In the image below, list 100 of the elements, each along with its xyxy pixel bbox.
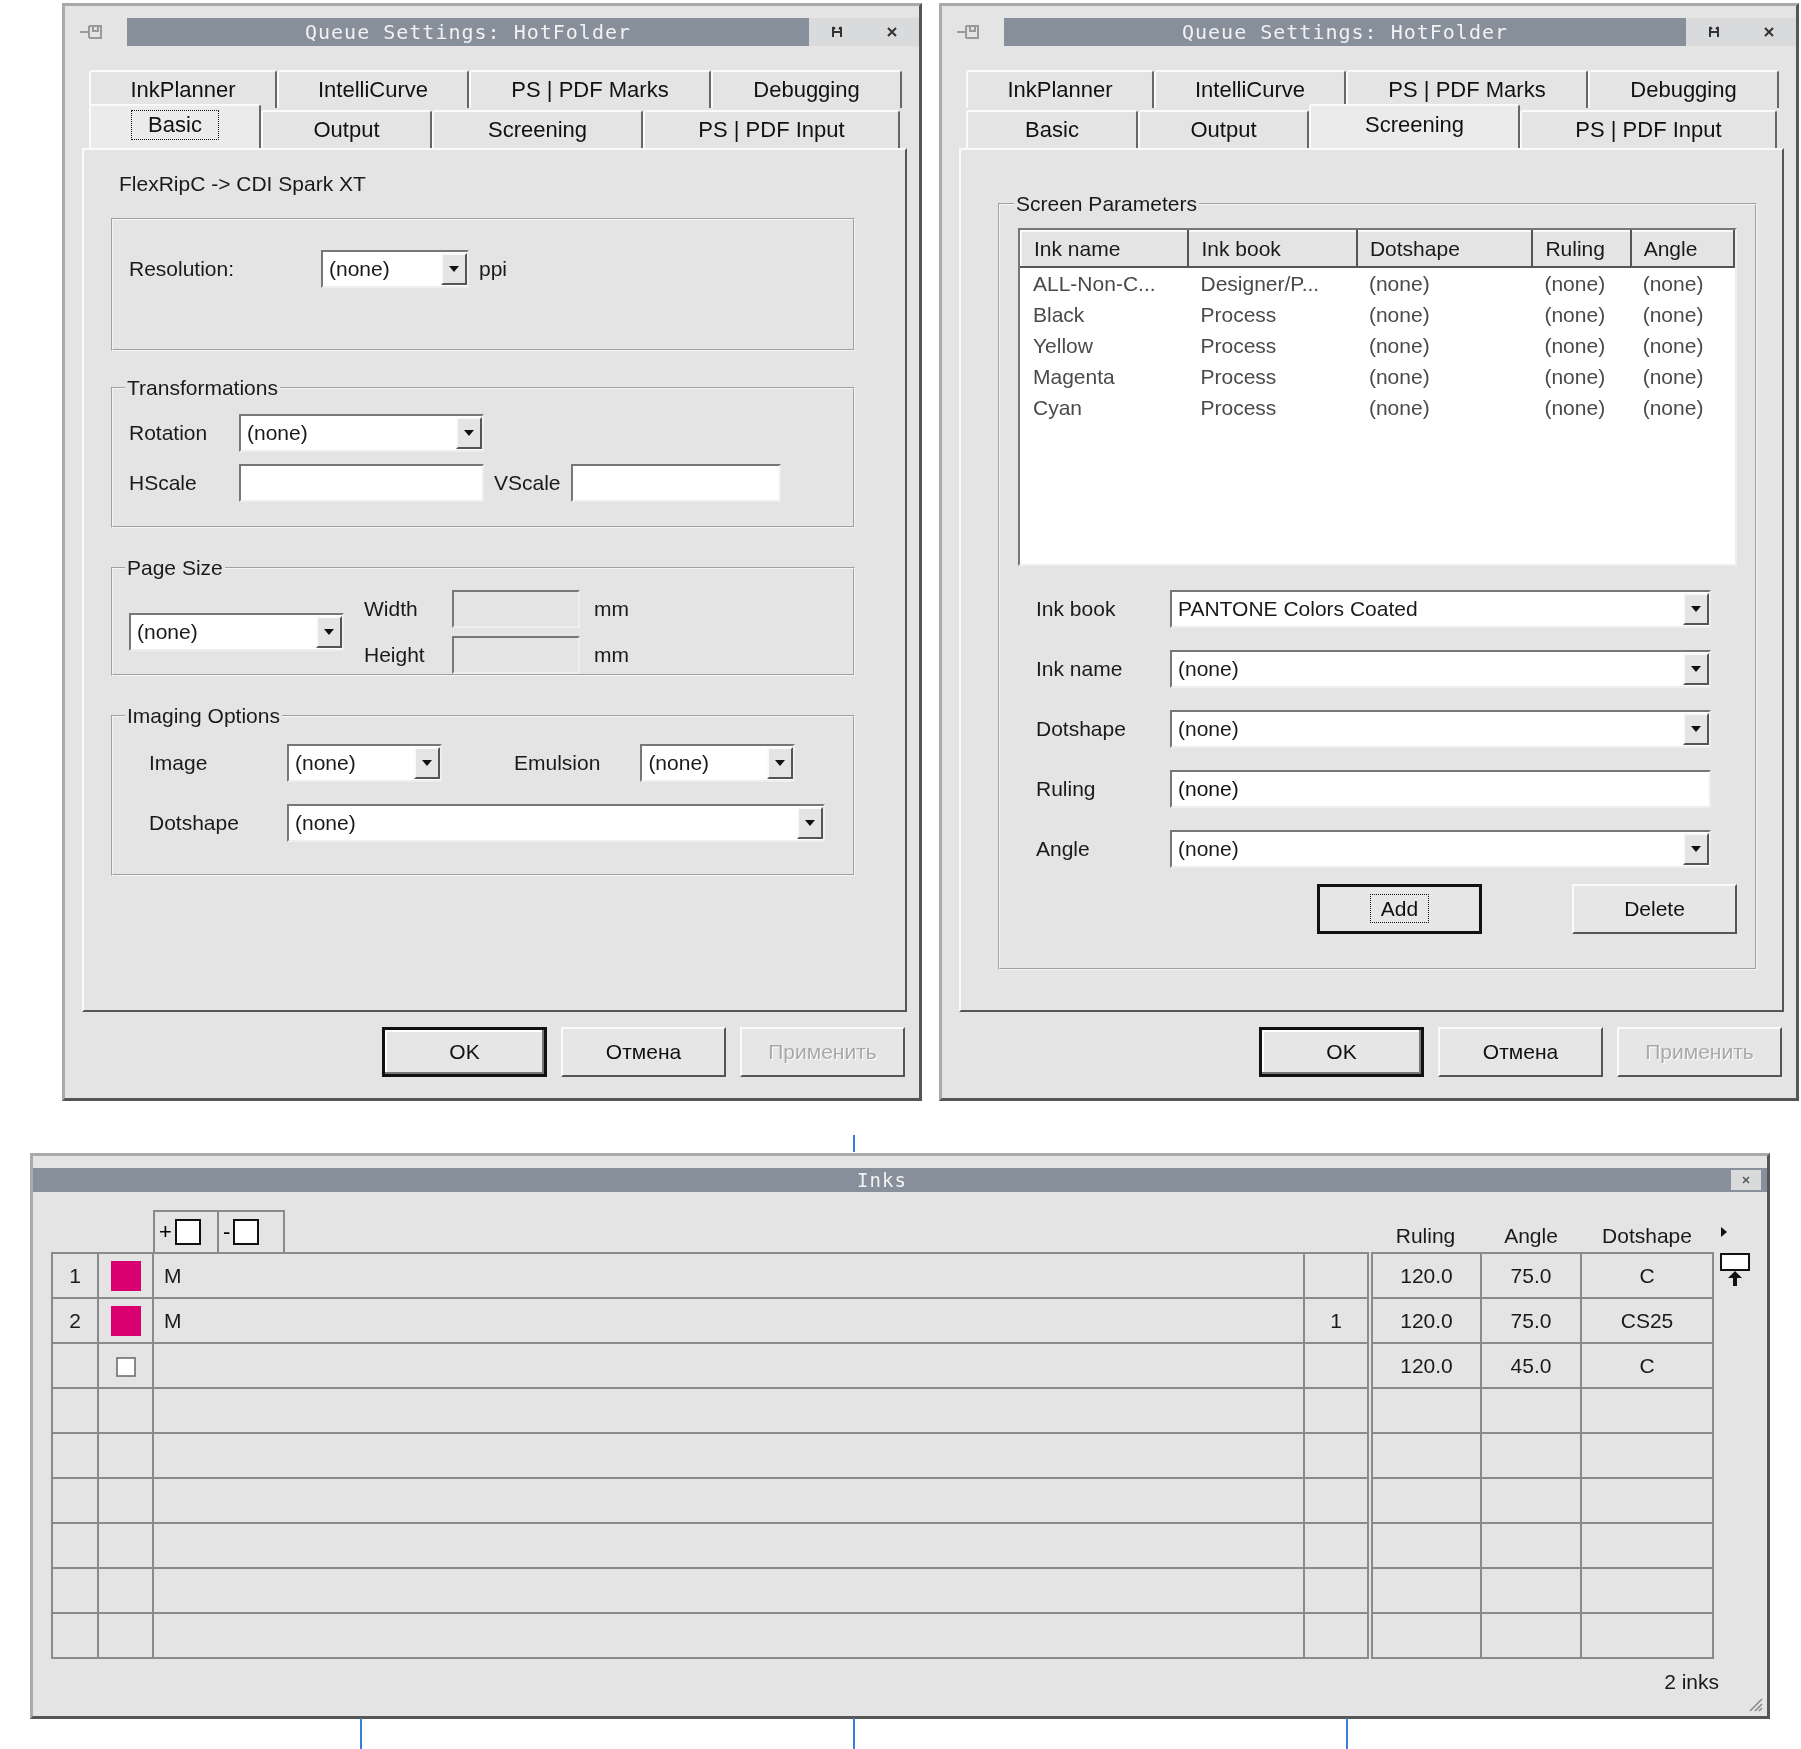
close-icon[interactable] <box>1762 26 1775 38</box>
list-cell-text: Magenta <box>1032 363 1116 390</box>
table-cell: M <box>164 1263 182 1287</box>
route-label: FlexRipC -> CDI Spark XT <box>119 172 367 196</box>
table-cell: 45.0 <box>1510 1353 1552 1377</box>
list-cell-text: (none) <box>1543 363 1607 390</box>
tab[interactable]: Output <box>1138 110 1309 148</box>
tab[interactable]: PS | PDF Marks <box>469 70 711 108</box>
group-title: Page Size <box>126 556 224 580</box>
list-cell-text: (none) <box>1641 363 1705 390</box>
list-cell-text: (none) <box>1367 301 1431 328</box>
list-cell-text: (none) <box>1543 301 1607 328</box>
column-header: Ruling <box>1370 1210 1481 1253</box>
row-number: 1 <box>69 1263 81 1287</box>
dialog-button[interactable]: Отмена <box>1438 1027 1603 1077</box>
list-cell-text: (none) <box>1641 332 1705 359</box>
ink-count: 2 inks <box>1664 1670 1719 1694</box>
row-number: 2 <box>69 1308 81 1332</box>
dropdown[interactable]: (none) <box>1170 830 1711 868</box>
dropdown[interactable]: PANTONE Colors Coated <box>1170 590 1711 628</box>
list-cell: ALL-Non-C... <box>1021 267 1189 299</box>
table-cell: 75.0 <box>1510 1263 1552 1287</box>
field-label: Angle <box>1035 837 1091 861</box>
list-cell-text: (none) <box>1641 301 1705 328</box>
tab[interactable]: PS | PDF Input <box>643 110 900 148</box>
table-cell: M <box>164 1308 182 1332</box>
unit-label: mm <box>594 643 629 667</box>
maximize-icon[interactable] <box>830 26 843 38</box>
field-label: Emulsion <box>514 751 601 775</box>
hscale-field[interactable] <box>239 464 484 502</box>
list-cell: (none) <box>1532 267 1631 299</box>
dotshape-dropdown[interactable]: (none) <box>287 804 825 842</box>
scroll-top-icon[interactable] <box>1720 1253 1750 1287</box>
tab[interactable]: IntelliCurve <box>277 70 469 108</box>
close-icon[interactable] <box>1741 1175 1751 1185</box>
action-button[interactable]: Delete <box>1572 884 1737 934</box>
rotation-dropdown[interactable]: (none) <box>239 414 484 452</box>
list-cell-text: (none) <box>1543 394 1607 421</box>
unit-label: ppi <box>479 257 508 281</box>
emulsion-dropdown[interactable]: (none) <box>640 744 796 782</box>
dialog-button[interactable]: OK <box>1259 1027 1424 1077</box>
column-header[interactable]: Dotshape <box>1356 231 1533 267</box>
text-field[interactable]: (none) <box>1170 770 1711 808</box>
tab[interactable]: Debugging <box>1588 70 1779 108</box>
arrow-right-icon[interactable] <box>1719 1224 1729 1239</box>
list-cell-text: (none) <box>1367 394 1431 421</box>
table-cell: 120.0 <box>1400 1353 1453 1377</box>
group-title: Transformations <box>126 376 279 400</box>
field-label: Dotshape <box>1035 717 1127 741</box>
field-label: Height <box>364 643 426 667</box>
resolution-dropdown[interactable]: (none) <box>321 250 469 288</box>
group-title: Screen Parameters <box>1015 192 1198 216</box>
list-cell-text: Process <box>1199 394 1278 421</box>
field-label: Rotation <box>129 421 209 445</box>
close-icon[interactable] <box>885 26 898 38</box>
dialog-button[interactable]: OK <box>382 1027 547 1077</box>
column-header[interactable]: Ink book <box>1188 231 1357 267</box>
list-cell-text: Black <box>1032 301 1086 328</box>
unit-label: mm <box>594 597 629 621</box>
tab[interactable]: IntelliCurve <box>1154 70 1346 108</box>
empty-swatch-icon <box>115 1356 136 1377</box>
vscale-field[interactable] <box>570 464 781 502</box>
action-button[interactable]: Add <box>1317 884 1482 934</box>
square-icon <box>174 1219 201 1245</box>
table-cell: C <box>1639 1263 1655 1287</box>
tab[interactable]: InkPlanner <box>966 70 1154 108</box>
tab[interactable]: Screening <box>432 110 643 148</box>
table-cell: 75.0 <box>1510 1308 1552 1332</box>
tab[interactable]: PS | PDF Input <box>1520 110 1777 148</box>
field-label: Ruling <box>1035 777 1097 801</box>
list-cell-text: Process <box>1199 363 1278 390</box>
table-cell: 120.0 <box>1400 1308 1453 1332</box>
tab[interactable]: Screening <box>1309 104 1520 148</box>
tab[interactable]: Basic <box>966 110 1138 148</box>
table-cell: CS25 <box>1620 1308 1674 1332</box>
field-label: Ink book <box>1035 597 1117 621</box>
list-cell-text: (none) <box>1543 332 1607 359</box>
column-header[interactable]: Angle <box>1630 231 1734 267</box>
tab[interactable]: Output <box>261 110 432 148</box>
column-header[interactable]: Ruling <box>1532 231 1631 267</box>
list-cell-text: (none) <box>1367 363 1431 390</box>
dropdown[interactable]: (none) <box>1170 650 1711 688</box>
tab[interactable]: InkPlanner <box>89 70 277 108</box>
list-cell-text: Yellow <box>1032 332 1094 359</box>
tab[interactable]: Basic <box>89 104 261 148</box>
list-cell-text: Cyan <box>1032 394 1084 421</box>
tab[interactable]: Debugging <box>711 70 902 108</box>
column-header[interactable]: Ink name <box>1021 231 1189 267</box>
tab[interactable]: PS | PDF Marks <box>1346 70 1588 108</box>
table-cell: 120.0 <box>1400 1263 1453 1287</box>
field-label: Resolution: <box>129 257 236 281</box>
page-size-dropdown[interactable]: (none) <box>129 613 344 651</box>
dialog-button[interactable]: Отмена <box>561 1027 726 1077</box>
window-title: Inks <box>856 1169 908 1191</box>
list-cell: (none) <box>1630 267 1734 299</box>
image-dropdown[interactable]: (none) <box>287 744 442 782</box>
field-label: Dotshape <box>149 811 240 835</box>
list-cell-text: (none) <box>1367 332 1431 359</box>
dropdown[interactable]: (none) <box>1170 710 1711 748</box>
maximize-icon[interactable] <box>1707 26 1720 38</box>
